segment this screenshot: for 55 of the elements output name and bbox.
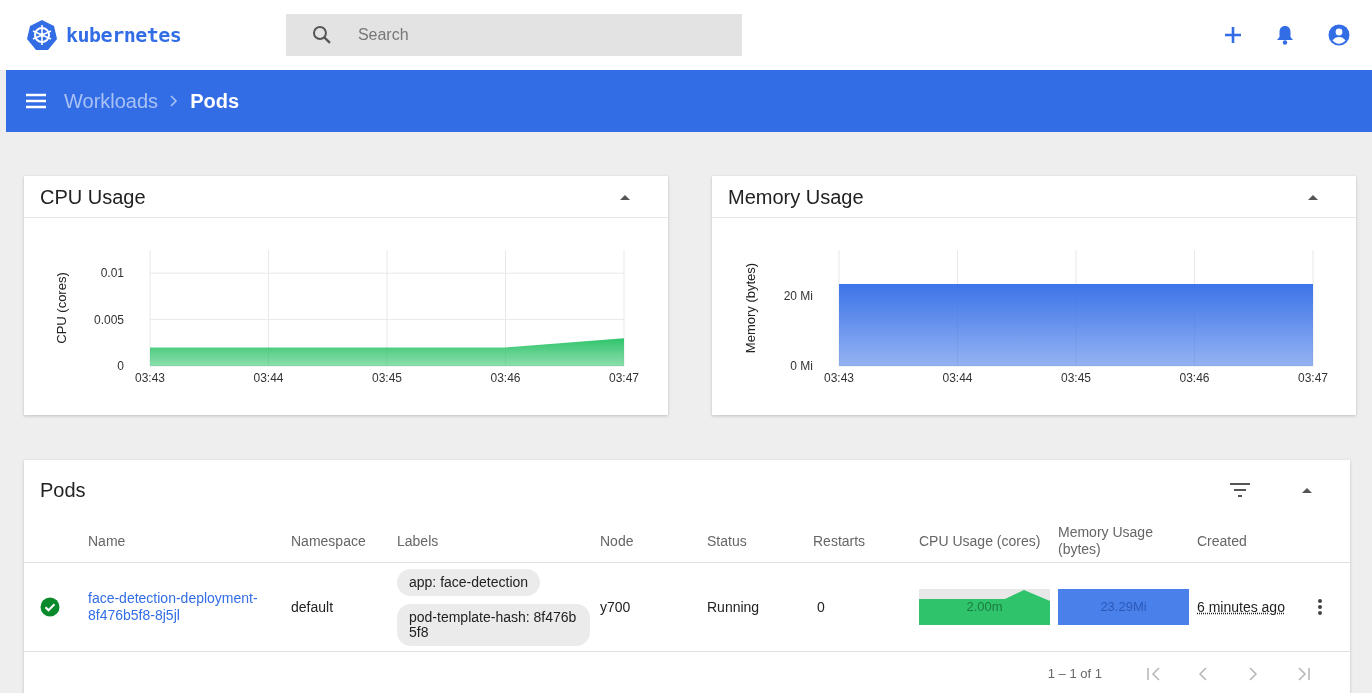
chevron-icon [170, 95, 179, 107]
axis-tick-label: 03:45 [372, 371, 402, 385]
collapse-icon[interactable] [1302, 487, 1312, 493]
table-cell-text: y700 [600, 597, 632, 617]
column-header[interactable]: Namespace [291, 532, 397, 550]
logo-text[interactable]: kubernetes [66, 20, 182, 50]
axis-tick-label: 0.01 [100, 266, 124, 281]
axis-tick-label: 03:44 [253, 371, 284, 385]
card-title: Pods [40, 478, 86, 503]
card-title: CPU Usage [40, 184, 146, 210]
axis-title: Memory (bytes) [743, 262, 758, 354]
search-field[interactable]: Search [286, 14, 742, 56]
pod-name-link[interactable]: face-detection-deployment-8f476b5f8-8j5jl [88, 590, 283, 624]
cpu-value: 2.00m [966, 598, 1003, 617]
column-header[interactable]: Node [600, 532, 707, 550]
search-icon [312, 25, 332, 45]
add-icon[interactable] [1224, 26, 1242, 44]
search-input[interactable]: Search [357, 23, 716, 47]
column-header[interactable]: Name [88, 532, 291, 550]
axis-title: CPU (cores) [54, 272, 69, 344]
label-chip: app: face-detection [397, 568, 541, 596]
column-header[interactable]: Labels [397, 532, 600, 550]
axis-tick-label: 03:47 [1298, 371, 1328, 385]
column-header[interactable]: CPU Usage (cores) [919, 532, 1058, 550]
table-cell-text: Running [707, 597, 761, 617]
axis-tick-label: 03:45 [1061, 371, 1091, 385]
logo-icon [26, 19, 58, 51]
column-header[interactable]: Status [707, 532, 813, 550]
page-range: 1 – 1 of 1 [1047, 665, 1102, 684]
card-title: Memory Usage [728, 184, 864, 210]
breadcrumb-link[interactable]: Pods [190, 86, 240, 116]
collapse-icon[interactable] [1308, 193, 1318, 200]
filter-icon[interactable] [1230, 483, 1250, 497]
table-cell-text: default [291, 597, 335, 617]
created-time: 6 minutes ago [1197, 597, 1286, 617]
column-header[interactable]: Memory Usage (bytes) [1058, 524, 1197, 558]
axis-tick-label: 03:43 [824, 371, 854, 385]
menu-icon[interactable] [26, 93, 46, 109]
axis-tick-label: 03:47 [609, 371, 639, 385]
collapse-icon[interactable] [620, 193, 630, 200]
bell-icon[interactable] [1276, 25, 1294, 45]
column-header[interactable]: Created [1197, 532, 1300, 550]
label-chip: pod-template-hash: 8f476b5f8 [397, 603, 590, 646]
axis-tick-label: 03:44 [942, 371, 973, 385]
axis-tick-label: 03:46 [490, 371, 521, 385]
more-icon[interactable] [1318, 599, 1322, 615]
table-cell-text: 0 [816, 597, 826, 617]
axis-tick-label: 0 Mi [790, 359, 813, 373]
column-header[interactable]: Restarts [813, 532, 919, 550]
axis-tick-label: 03:43 [135, 371, 165, 385]
axis-tick-label: 20 Mi [783, 288, 813, 303]
axis-tick-label: 03:46 [1179, 371, 1210, 385]
account-icon[interactable] [1328, 24, 1350, 46]
axis-tick-label: 0.005 [93, 312, 124, 327]
axis-tick-label: 0 [117, 359, 124, 373]
